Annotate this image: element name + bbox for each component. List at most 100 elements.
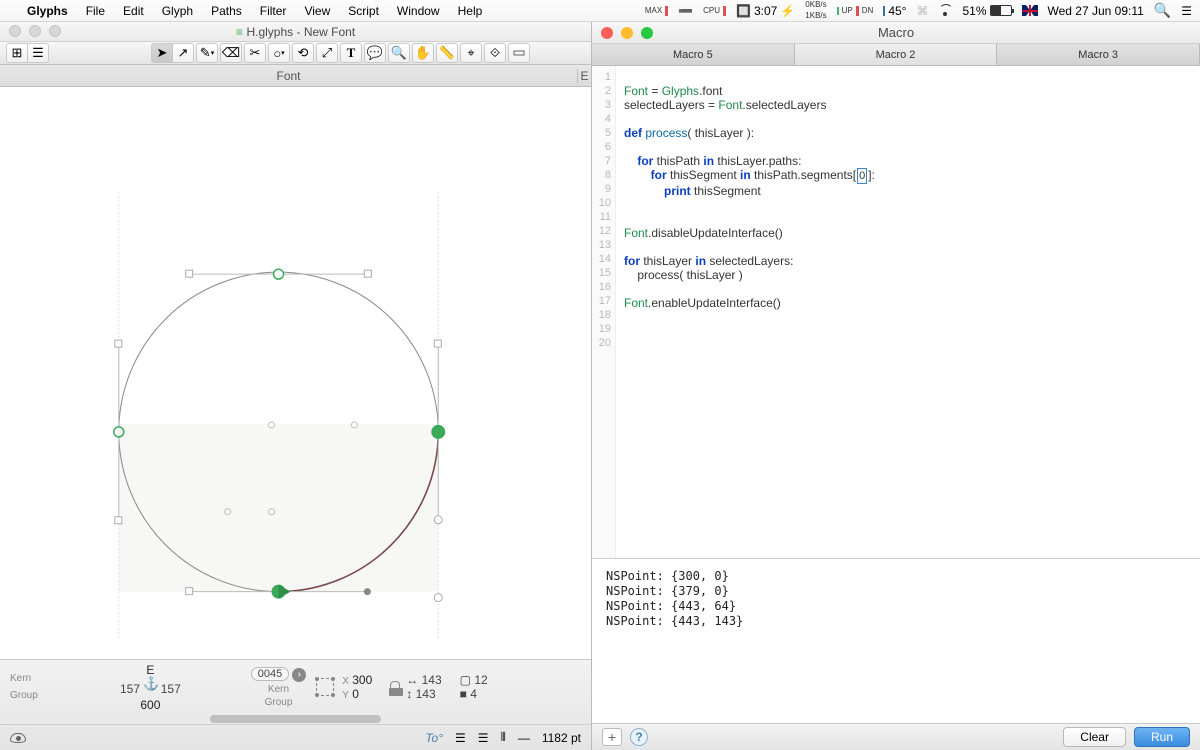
preview-eye-icon[interactable]: [10, 733, 26, 743]
features-icon[interactable]: ⦀: [501, 730, 506, 745]
text-tool[interactable]: T: [340, 43, 362, 63]
draw-tool[interactable]: ✎▾: [196, 43, 218, 63]
bluetooth-icon[interactable]: ⌘: [916, 4, 928, 18]
tab-e[interactable]: E: [577, 69, 591, 83]
input-source-flag[interactable]: [1022, 5, 1038, 16]
macro-footer: + ? Clear Run: [592, 723, 1200, 750]
menu-edit[interactable]: Edit: [114, 0, 153, 22]
spotlight-icon[interactable]: 🔍: [1154, 2, 1171, 19]
align-right-icon[interactable]: ☰: [478, 731, 489, 745]
stat-meter-1[interactable]: MAX: [645, 6, 668, 16]
stat-temp[interactable]: 45°: [883, 4, 906, 18]
stat-meter-2[interactable]: CPU: [703, 6, 726, 16]
kern-info[interactable]: 157 157: [120, 679, 181, 696]
menu-glyph[interactable]: Glyph: [153, 0, 202, 22]
unicode-pill[interactable]: 0045›: [251, 666, 306, 682]
x-coord[interactable]: X 300: [342, 673, 372, 687]
group-label: Group: [10, 690, 120, 701]
menu-window[interactable]: Window: [388, 0, 449, 22]
group-label-r: Group: [265, 697, 293, 708]
stat-net[interactable]: 0KB/s1KB/s: [805, 1, 826, 20]
plugin-tool-1[interactable]: ⌖: [460, 43, 482, 63]
glyph-canvas[interactable]: [0, 87, 591, 659]
stat-battery-time[interactable]: 🔲 3:07 ⚡: [736, 4, 795, 18]
glyphs-titlebar[interactable]: ≡ H.glyphs - New Font: [0, 22, 591, 42]
list-view-icon[interactable]: ☰: [27, 43, 49, 63]
macro-tab-5[interactable]: Macro 5: [592, 44, 795, 65]
menu-filter[interactable]: Filter: [251, 0, 296, 22]
dimensions-tool[interactable]: [508, 43, 530, 63]
stat-minus[interactable]: ➖: [678, 4, 693, 18]
glyphs-toolbar: ⊞ ☰ ➤ ↗ ✎▾ ⌫ ✂ ○▾ ⟲ ⤢ T 💬 🔍 ✋ 📏 ⌖ ⟐: [0, 42, 591, 65]
measure-tool[interactable]: 📏: [436, 43, 458, 63]
wifi-icon[interactable]: [938, 6, 952, 16]
grid-view-icon[interactable]: ⊞: [6, 43, 28, 63]
dy-value[interactable]: ↕ 143: [406, 687, 441, 701]
menu-file[interactable]: File: [77, 0, 114, 22]
erase-tool[interactable]: ⌫: [220, 43, 242, 63]
annotation-tool[interactable]: 💬: [364, 43, 386, 63]
align-left-icon[interactable]: ☰: [455, 731, 466, 745]
macro-tab-2[interactable]: Macro 2: [795, 44, 998, 65]
macro-output[interactable]: NSPoint: {300, 0} NSPoint: {379, 0} NSPo…: [592, 558, 1200, 723]
menu-script[interactable]: Script: [339, 0, 388, 22]
glyph-info-panel: Kern Group E 157 157 600 0045› Kern Grou…: [0, 659, 591, 750]
window-title: ≡ H.glyphs - New Font: [0, 24, 591, 39]
macro-tabbar: Macro 5 Macro 2 Macro 3: [592, 44, 1200, 66]
y-coord[interactable]: Y 0: [342, 687, 372, 701]
clock[interactable]: Wed 27 Jun 09:11: [1048, 4, 1144, 18]
help-button[interactable]: ?: [630, 728, 648, 746]
zoom-level[interactable]: 1182 pt: [542, 731, 581, 745]
minimize-button[interactable]: [29, 25, 41, 37]
dx-value[interactable]: ↔ 143: [406, 673, 441, 687]
select-tool[interactable]: ➤: [151, 43, 173, 63]
transform-origin[interactable]: To°: [425, 731, 443, 745]
kern-label: Kern: [10, 673, 120, 684]
minimize-button[interactable]: [621, 27, 633, 39]
plugin-tool-2[interactable]: ⟐: [484, 43, 506, 63]
add-macro-button[interactable]: +: [602, 728, 622, 746]
battery-status[interactable]: 51%: [962, 4, 1011, 18]
line-gutter: 1234567891011121314151617181920: [592, 66, 616, 558]
clear-button[interactable]: Clear: [1063, 727, 1126, 747]
horizontal-scrollbar[interactable]: [10, 715, 581, 723]
scale-tool[interactable]: ⤢: [316, 43, 338, 63]
select-b-tool[interactable]: ↗: [172, 43, 194, 63]
node-count: ▢ 12: [460, 673, 488, 687]
macro-tab-3[interactable]: Macro 3: [997, 44, 1200, 65]
zoom-button[interactable]: [641, 27, 653, 39]
dash: —: [518, 731, 530, 745]
zoom-tool[interactable]: 🔍: [388, 43, 410, 63]
close-button[interactable]: [601, 27, 613, 39]
glyphs-status-bar: To° ☰ ☰ ⦀ — 1182 pt: [0, 724, 591, 750]
knife-tool[interactable]: ✂: [244, 43, 266, 63]
rotate-tool[interactable]: ⟲: [292, 43, 314, 63]
menubar-status: MAX ➖ CPU 🔲 3:07 ⚡ 0KB/s1KB/s UPDN 45° ⌘…: [645, 1, 1192, 20]
zoom-button[interactable]: [49, 25, 61, 37]
menu-paths[interactable]: Paths: [202, 0, 251, 22]
macos-menubar: Glyphs File Edit Glyph Paths Filter View…: [0, 0, 1200, 22]
macro-titlebar[interactable]: Macro: [592, 22, 1200, 44]
tab-font[interactable]: Font: [0, 69, 577, 83]
app-menu[interactable]: Glyphs: [18, 0, 77, 22]
kern-label-r: Kern: [268, 684, 289, 695]
code-editor[interactable]: 1234567891011121314151617181920 Font = G…: [592, 66, 1200, 558]
advance-width[interactable]: 600: [140, 698, 160, 712]
stat-bars[interactable]: UPDN: [837, 6, 874, 16]
bounding-box-icon[interactable]: [316, 678, 334, 696]
run-button[interactable]: Run: [1134, 727, 1190, 747]
notification-center-icon[interactable]: ☰: [1181, 4, 1192, 18]
primitive-tool[interactable]: ○▾: [268, 43, 290, 63]
view-mode-segment[interactable]: ⊞ ☰: [6, 43, 49, 63]
macro-title: Macro: [592, 25, 1200, 40]
glyph-name: E: [146, 663, 154, 677]
menu-view[interactable]: View: [295, 0, 339, 22]
glyphs-window: ≡ H.glyphs - New Font ⊞ ☰ ➤ ↗ ✎▾ ⌫ ✂ ○▾ …: [0, 22, 592, 750]
lock-icon[interactable]: [390, 681, 400, 689]
glyphs-tabbar[interactable]: Font E: [0, 65, 591, 87]
close-button[interactable]: [9, 25, 21, 37]
macro-window: Macro Macro 5 Macro 2 Macro 3 1234567891…: [592, 22, 1200, 750]
code-content[interactable]: Font = Glyphs.font selectedLayers = Font…: [616, 66, 883, 558]
hand-tool[interactable]: ✋: [412, 43, 434, 63]
menu-help[interactable]: Help: [449, 0, 492, 22]
